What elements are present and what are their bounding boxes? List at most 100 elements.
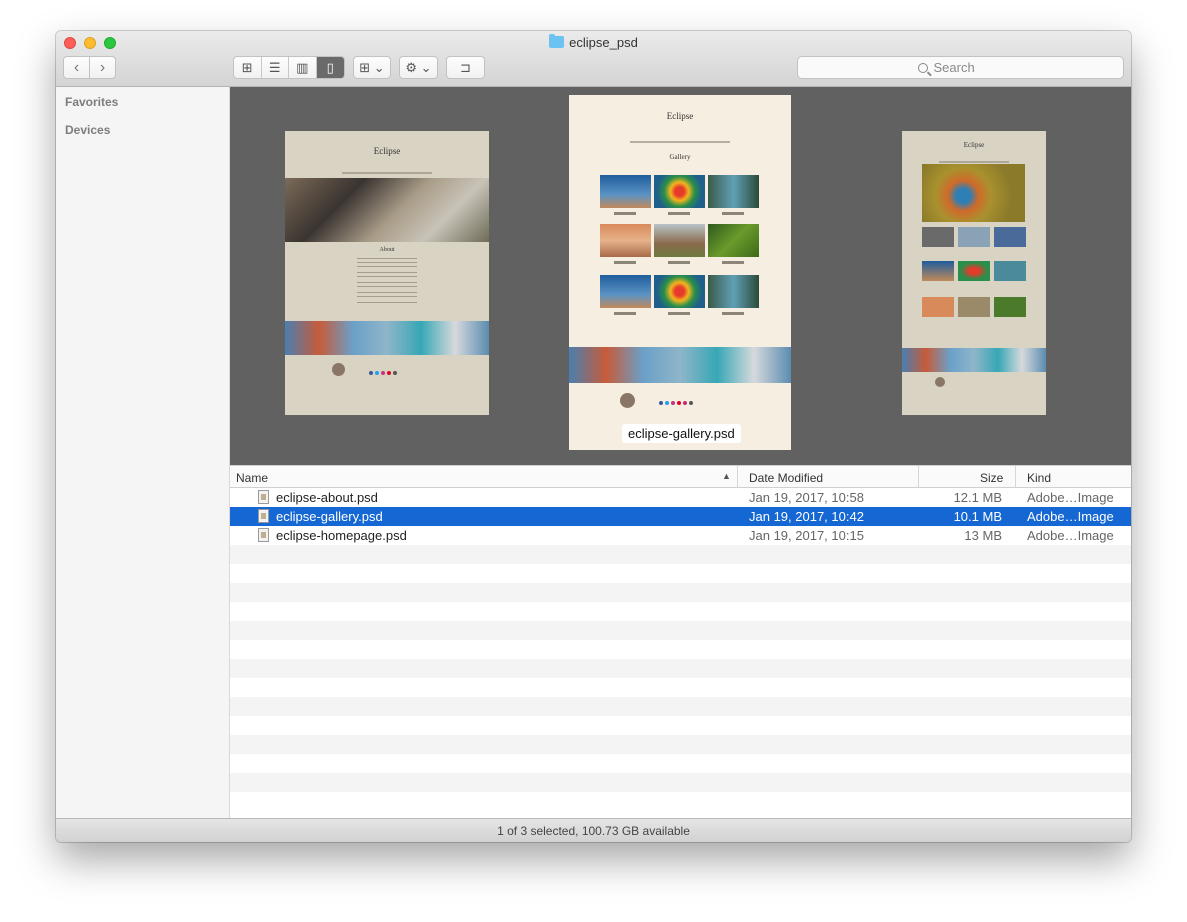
gallery-photo <box>994 297 1026 317</box>
arrange-icon: ⊞ ⌄ <box>359 59 385 75</box>
thumb-avatar <box>620 393 635 408</box>
search-field[interactable] <box>797 56 1124 79</box>
photo-label <box>722 312 744 315</box>
finder-window: eclipse_psd ‹ › ⊞ ☰ ▥ ▯ ⊞ ⌄ ⚙ ⌄ ⊐ Favori… <box>56 31 1131 842</box>
arrange-button[interactable]: ⊞ ⌄ <box>353 56 391 79</box>
search-input[interactable] <box>933 60 1004 75</box>
social-dot <box>677 401 681 405</box>
thumbnail-homepage[interactable]: Eclipse <box>902 131 1046 415</box>
file-date: Jan 19, 2017, 10:58 <box>749 490 864 505</box>
back-forward-group: ‹ › <box>63 56 116 79</box>
list-icon: ☰ <box>268 59 281 75</box>
file-list: Name ▲ Date Modified Size Kind eclipse-a… <box>230 465 1131 818</box>
text-line <box>357 262 417 263</box>
empty-row <box>230 792 1131 811</box>
text-line <box>357 296 417 297</box>
divider[interactable] <box>737 466 738 488</box>
file-size: 13 MB <box>964 528 1002 543</box>
text-line <box>357 272 417 273</box>
back-button[interactable]: ‹ <box>64 59 89 77</box>
thumb-hero-photo <box>285 178 489 242</box>
photo-label <box>668 212 690 215</box>
empty-row <box>230 602 1131 621</box>
action-button[interactable]: ⚙ ⌄ <box>399 56 438 79</box>
divider[interactable] <box>918 466 919 488</box>
search-icon <box>917 62 928 73</box>
divider[interactable] <box>1015 466 1016 488</box>
psd-file-icon <box>258 528 269 542</box>
file-row[interactable]: eclipse-about.psd Jan 19, 2017, 10:58 12… <box>230 488 1131 507</box>
text-line <box>357 292 417 293</box>
column-name[interactable]: Name <box>236 471 268 485</box>
grid-icon: ⊞ <box>241 59 253 75</box>
thumb-avatar <box>935 377 945 387</box>
window-title-text: eclipse_psd <box>569 35 638 50</box>
gallery-photo <box>922 227 954 247</box>
social-dot <box>381 371 385 375</box>
forward-button[interactable]: › <box>90 59 115 77</box>
file-date: Jan 19, 2017, 10:42 <box>749 509 864 524</box>
thumb-photo-strip <box>285 321 489 355</box>
column-size[interactable]: Size <box>980 471 1003 485</box>
icon-view-button[interactable]: ⊞ <box>234 57 262 78</box>
window-title: eclipse_psd <box>56 34 1131 50</box>
text-line <box>357 302 417 303</box>
thumb-heading: Gallery <box>669 153 691 161</box>
file-size: 10.1 MB <box>953 509 1002 524</box>
new-folder-icon: ⊐ <box>460 59 471 75</box>
empty-row <box>230 716 1131 735</box>
sidebar-section-devices[interactable]: Devices <box>65 123 110 137</box>
list-view-button[interactable]: ☰ <box>262 57 289 78</box>
column-kind[interactable]: Kind <box>1027 471 1051 485</box>
sidebar-section-favorites[interactable]: Favorites <box>65 95 118 109</box>
social-dot <box>659 401 663 405</box>
empty-row <box>230 621 1131 640</box>
column-view-button[interactable]: ▥ <box>289 57 317 78</box>
coverflow-icon: ▯ <box>326 59 334 75</box>
social-dot <box>387 371 391 375</box>
folder-icon <box>549 34 565 48</box>
thumb-heading: About <box>379 247 395 253</box>
columns-icon: ▥ <box>296 59 309 75</box>
thumb-avatar <box>332 363 345 376</box>
file-name: eclipse-gallery.psd <box>276 509 383 524</box>
coverflow-preview[interactable]: Eclipse About Eclipse Gallery Eclipse ec… <box>230 87 1131 465</box>
gallery-photo <box>708 224 759 257</box>
social-dot <box>393 371 397 375</box>
empty-row <box>230 735 1131 754</box>
gallery-photo <box>654 275 705 308</box>
file-row-selected[interactable]: eclipse-gallery.psd Jan 19, 2017, 10:42 … <box>230 507 1131 526</box>
social-dot <box>665 401 669 405</box>
new-folder-button[interactable]: ⊐ <box>446 56 485 79</box>
empty-row <box>230 659 1131 678</box>
sort-ascending-icon: ▲ <box>722 471 731 481</box>
coverflow-view-button[interactable]: ▯ <box>316 57 344 78</box>
thumb-nav <box>342 172 432 174</box>
file-row[interactable]: eclipse-homepage.psd Jan 19, 2017, 10:15… <box>230 526 1131 545</box>
text-line <box>357 282 417 283</box>
photo-label <box>614 212 636 215</box>
gallery-photo <box>600 275 651 308</box>
file-name: eclipse-about.psd <box>276 490 378 505</box>
text-line <box>357 266 417 267</box>
toolbar: eclipse_psd ‹ › ⊞ ☰ ▥ ▯ ⊞ ⌄ ⚙ ⌄ ⊐ <box>56 31 1131 87</box>
file-kind: Adobe…Image <box>1027 528 1114 543</box>
empty-row <box>230 697 1131 716</box>
empty-row <box>230 583 1131 602</box>
gallery-photo <box>958 261 990 281</box>
thumbnail-gallery[interactable]: Eclipse Gallery <box>569 95 791 450</box>
thumb-title: Eclipse <box>963 141 985 149</box>
file-kind: Adobe…Image <box>1027 490 1114 505</box>
thumb-photo-strip <box>569 347 791 383</box>
column-date[interactable]: Date Modified <box>749 471 823 485</box>
gallery-photo <box>994 261 1026 281</box>
thumbnail-about[interactable]: Eclipse About <box>285 131 489 415</box>
photo-label <box>668 312 690 315</box>
photo-label <box>614 312 636 315</box>
gallery-photo <box>600 224 651 257</box>
gallery-photo <box>922 261 954 281</box>
gallery-photo <box>994 227 1026 247</box>
psd-file-icon <box>258 490 269 504</box>
text-line <box>357 286 417 287</box>
empty-row <box>230 754 1131 773</box>
